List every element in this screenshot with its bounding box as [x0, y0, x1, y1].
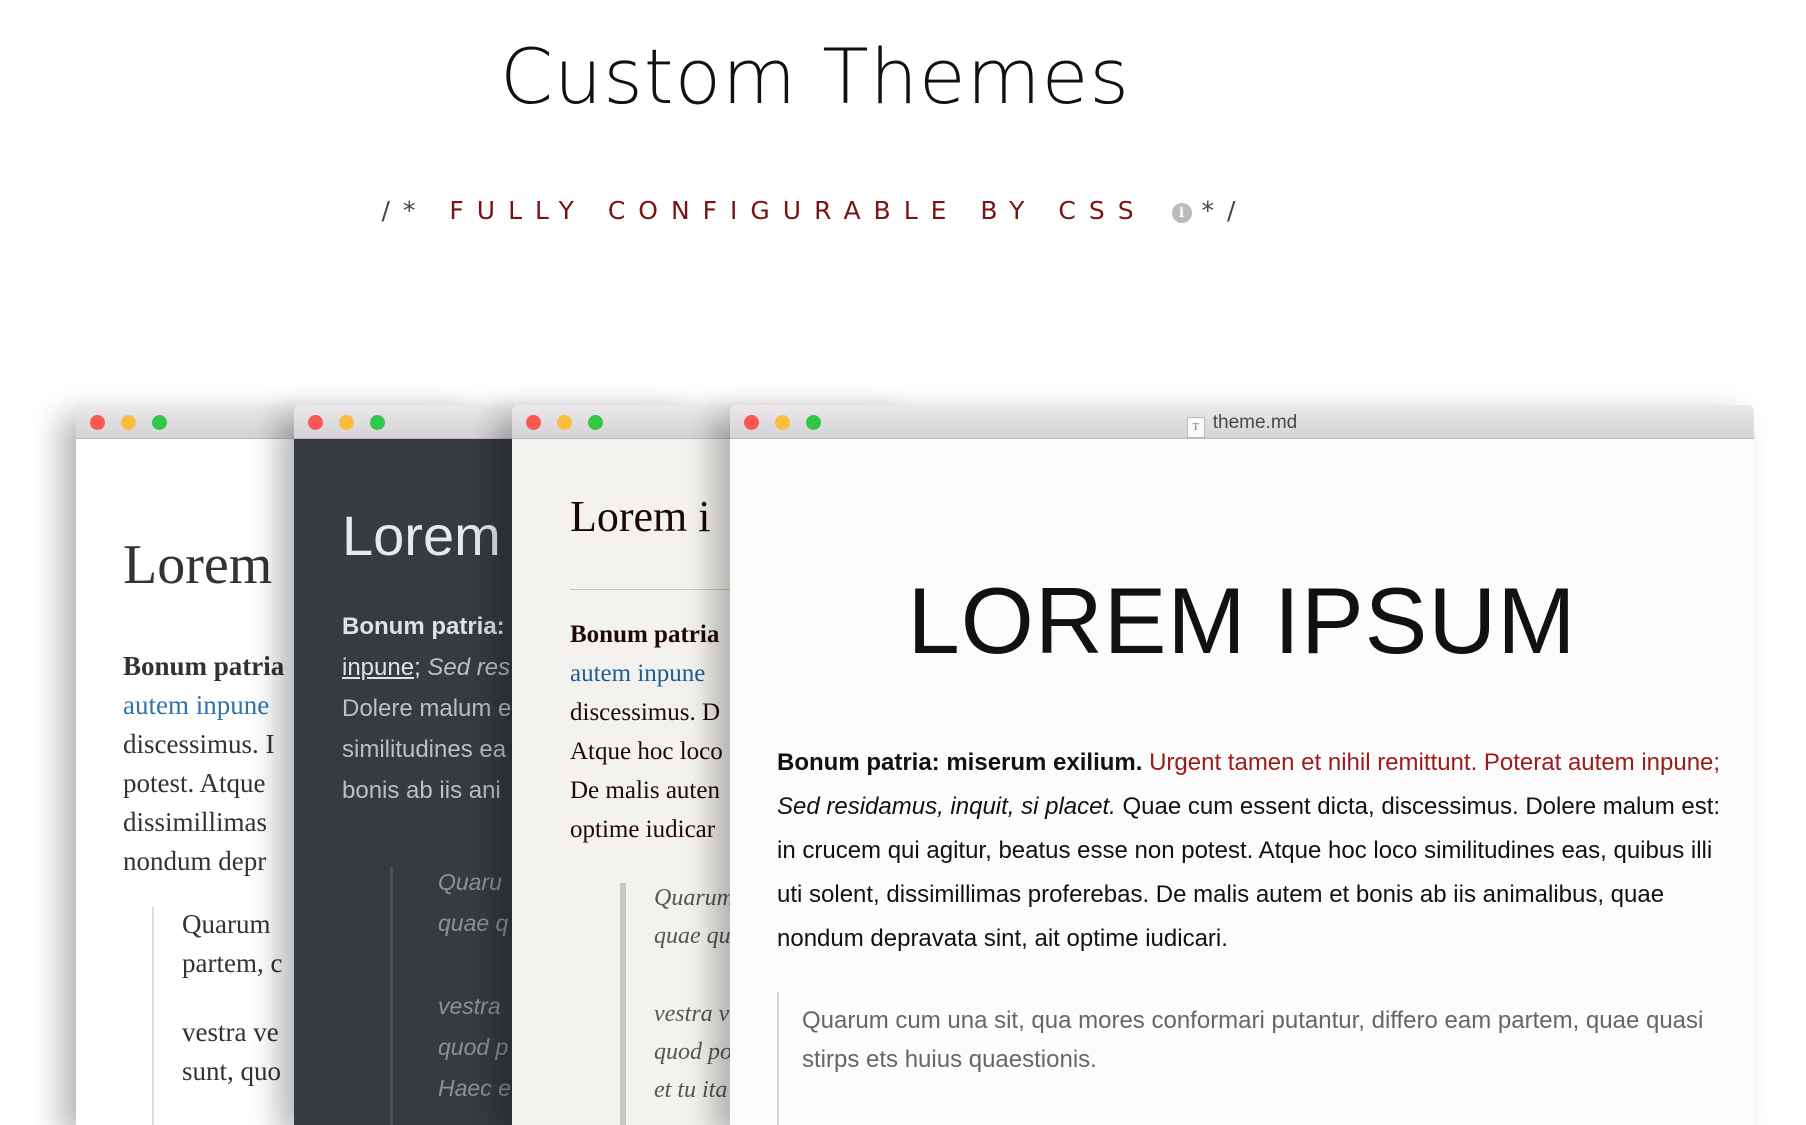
close-button[interactable]	[526, 415, 541, 430]
paragraph-line: discessimus. D	[570, 699, 720, 726]
paragraph-line: discessimus. I	[123, 729, 275, 759]
document-icon: T	[1186, 417, 1205, 438]
quote-line: Haec e	[438, 1075, 511, 1101]
window-titlebar[interactable]: Ttheme.md	[730, 405, 1754, 439]
italic-text: Sed residamus, inquit, si placet.	[777, 793, 1116, 820]
window-title-text: theme.md	[1212, 412, 1298, 433]
link-line: inpune; Sed res	[342, 654, 511, 681]
quote-line: quod po	[654, 1039, 732, 1065]
heading: LOREM IPSUM	[907, 568, 1577, 673]
paragraph-line: Dolere malum e	[342, 695, 512, 722]
link-text[interactable]: inpune	[342, 654, 414, 681]
subtitle-highlight: FULLY CONFIGURABLE BY CSS	[449, 196, 1147, 225]
bold-text: Bonum patria:	[342, 613, 505, 640]
heading: Lorem	[342, 504, 501, 567]
paragraph-line: De malis auten	[570, 777, 720, 804]
paragraph: Bonum patria: miserum exilium. Urgent ta…	[777, 741, 1722, 961]
paragraph-line: potest. Atque	[123, 768, 266, 798]
quote-line: vestra v	[654, 1001, 730, 1027]
quote-line: Quaru	[438, 869, 502, 895]
italic-text: Sed res	[427, 654, 511, 681]
zoom-button[interactable]	[370, 415, 385, 430]
document-area[interactable]: LOREM IPSUM Bonum patria: miserum exiliu…	[730, 439, 1754, 1125]
close-button[interactable]	[90, 415, 105, 430]
heading: Lorem	[123, 534, 273, 596]
quote-line: quae q	[438, 910, 509, 936]
quote-line: vestra	[438, 993, 501, 1019]
link-text[interactable]: autem inpune	[570, 660, 705, 688]
comment-close: */	[1201, 196, 1249, 225]
link-text[interactable]: autem inpune	[123, 690, 269, 721]
bold-text: Bonum patria: miserum exilium.	[777, 749, 1143, 776]
quote-line: sunt, quo	[182, 1056, 282, 1086]
blockquote-rule	[390, 867, 393, 1125]
quote-line: et tu ita	[654, 1077, 728, 1103]
quote-line: partem, c	[182, 948, 283, 978]
blockquote-rule	[152, 907, 154, 1125]
minimize-button[interactable]	[339, 415, 354, 430]
quote-line: vestra ve	[182, 1017, 279, 1047]
blockquote-rule	[620, 883, 626, 1125]
bold-text: Bonum patria	[570, 621, 720, 648]
paragraph-line: optime iudicar	[570, 816, 716, 843]
blockquote: Quarum cum una sit, qua mores conformari…	[802, 1007, 1704, 1073]
minimize-button[interactable]	[121, 415, 136, 430]
quote-line: Quarum	[182, 909, 271, 939]
comment-open: /*	[381, 196, 429, 225]
bold-text: Bonum patria	[123, 651, 285, 681]
paragraph-line: nondum depr	[123, 846, 267, 876]
minimize-button[interactable]	[557, 415, 572, 430]
info-icon[interactable]: i	[1171, 203, 1192, 223]
paragraph-line: dissimillimas	[123, 807, 268, 837]
quote-line: quod p	[438, 1034, 509, 1060]
quote-line: quae qu	[654, 923, 731, 949]
zoom-button[interactable]	[152, 415, 167, 430]
accent-text: Urgent tamen et nihil remittunt. Poterat…	[1149, 749, 1721, 776]
paragraph-line: similitudines ea	[342, 736, 507, 763]
heading: Lorem i	[570, 492, 711, 541]
quote-line: Quarum	[654, 885, 735, 911]
paragraph-line: Atque hoc loco	[570, 738, 723, 765]
zoom-button[interactable]	[588, 415, 603, 430]
theme-window-main: Ttheme.md LOREM IPSUM Bonum patria: mise…	[730, 405, 1754, 1125]
paragraph-line: bonis ab iis ani	[342, 777, 501, 804]
blockquote-rule	[777, 992, 779, 1125]
window-title: Ttheme.md	[730, 412, 1754, 438]
close-button[interactable]	[308, 415, 323, 430]
page-subtitle: /* FULLY CONFIGURABLE BY CSS i */	[0, 196, 1630, 225]
page-title: Custom Themes	[499, 32, 1131, 121]
